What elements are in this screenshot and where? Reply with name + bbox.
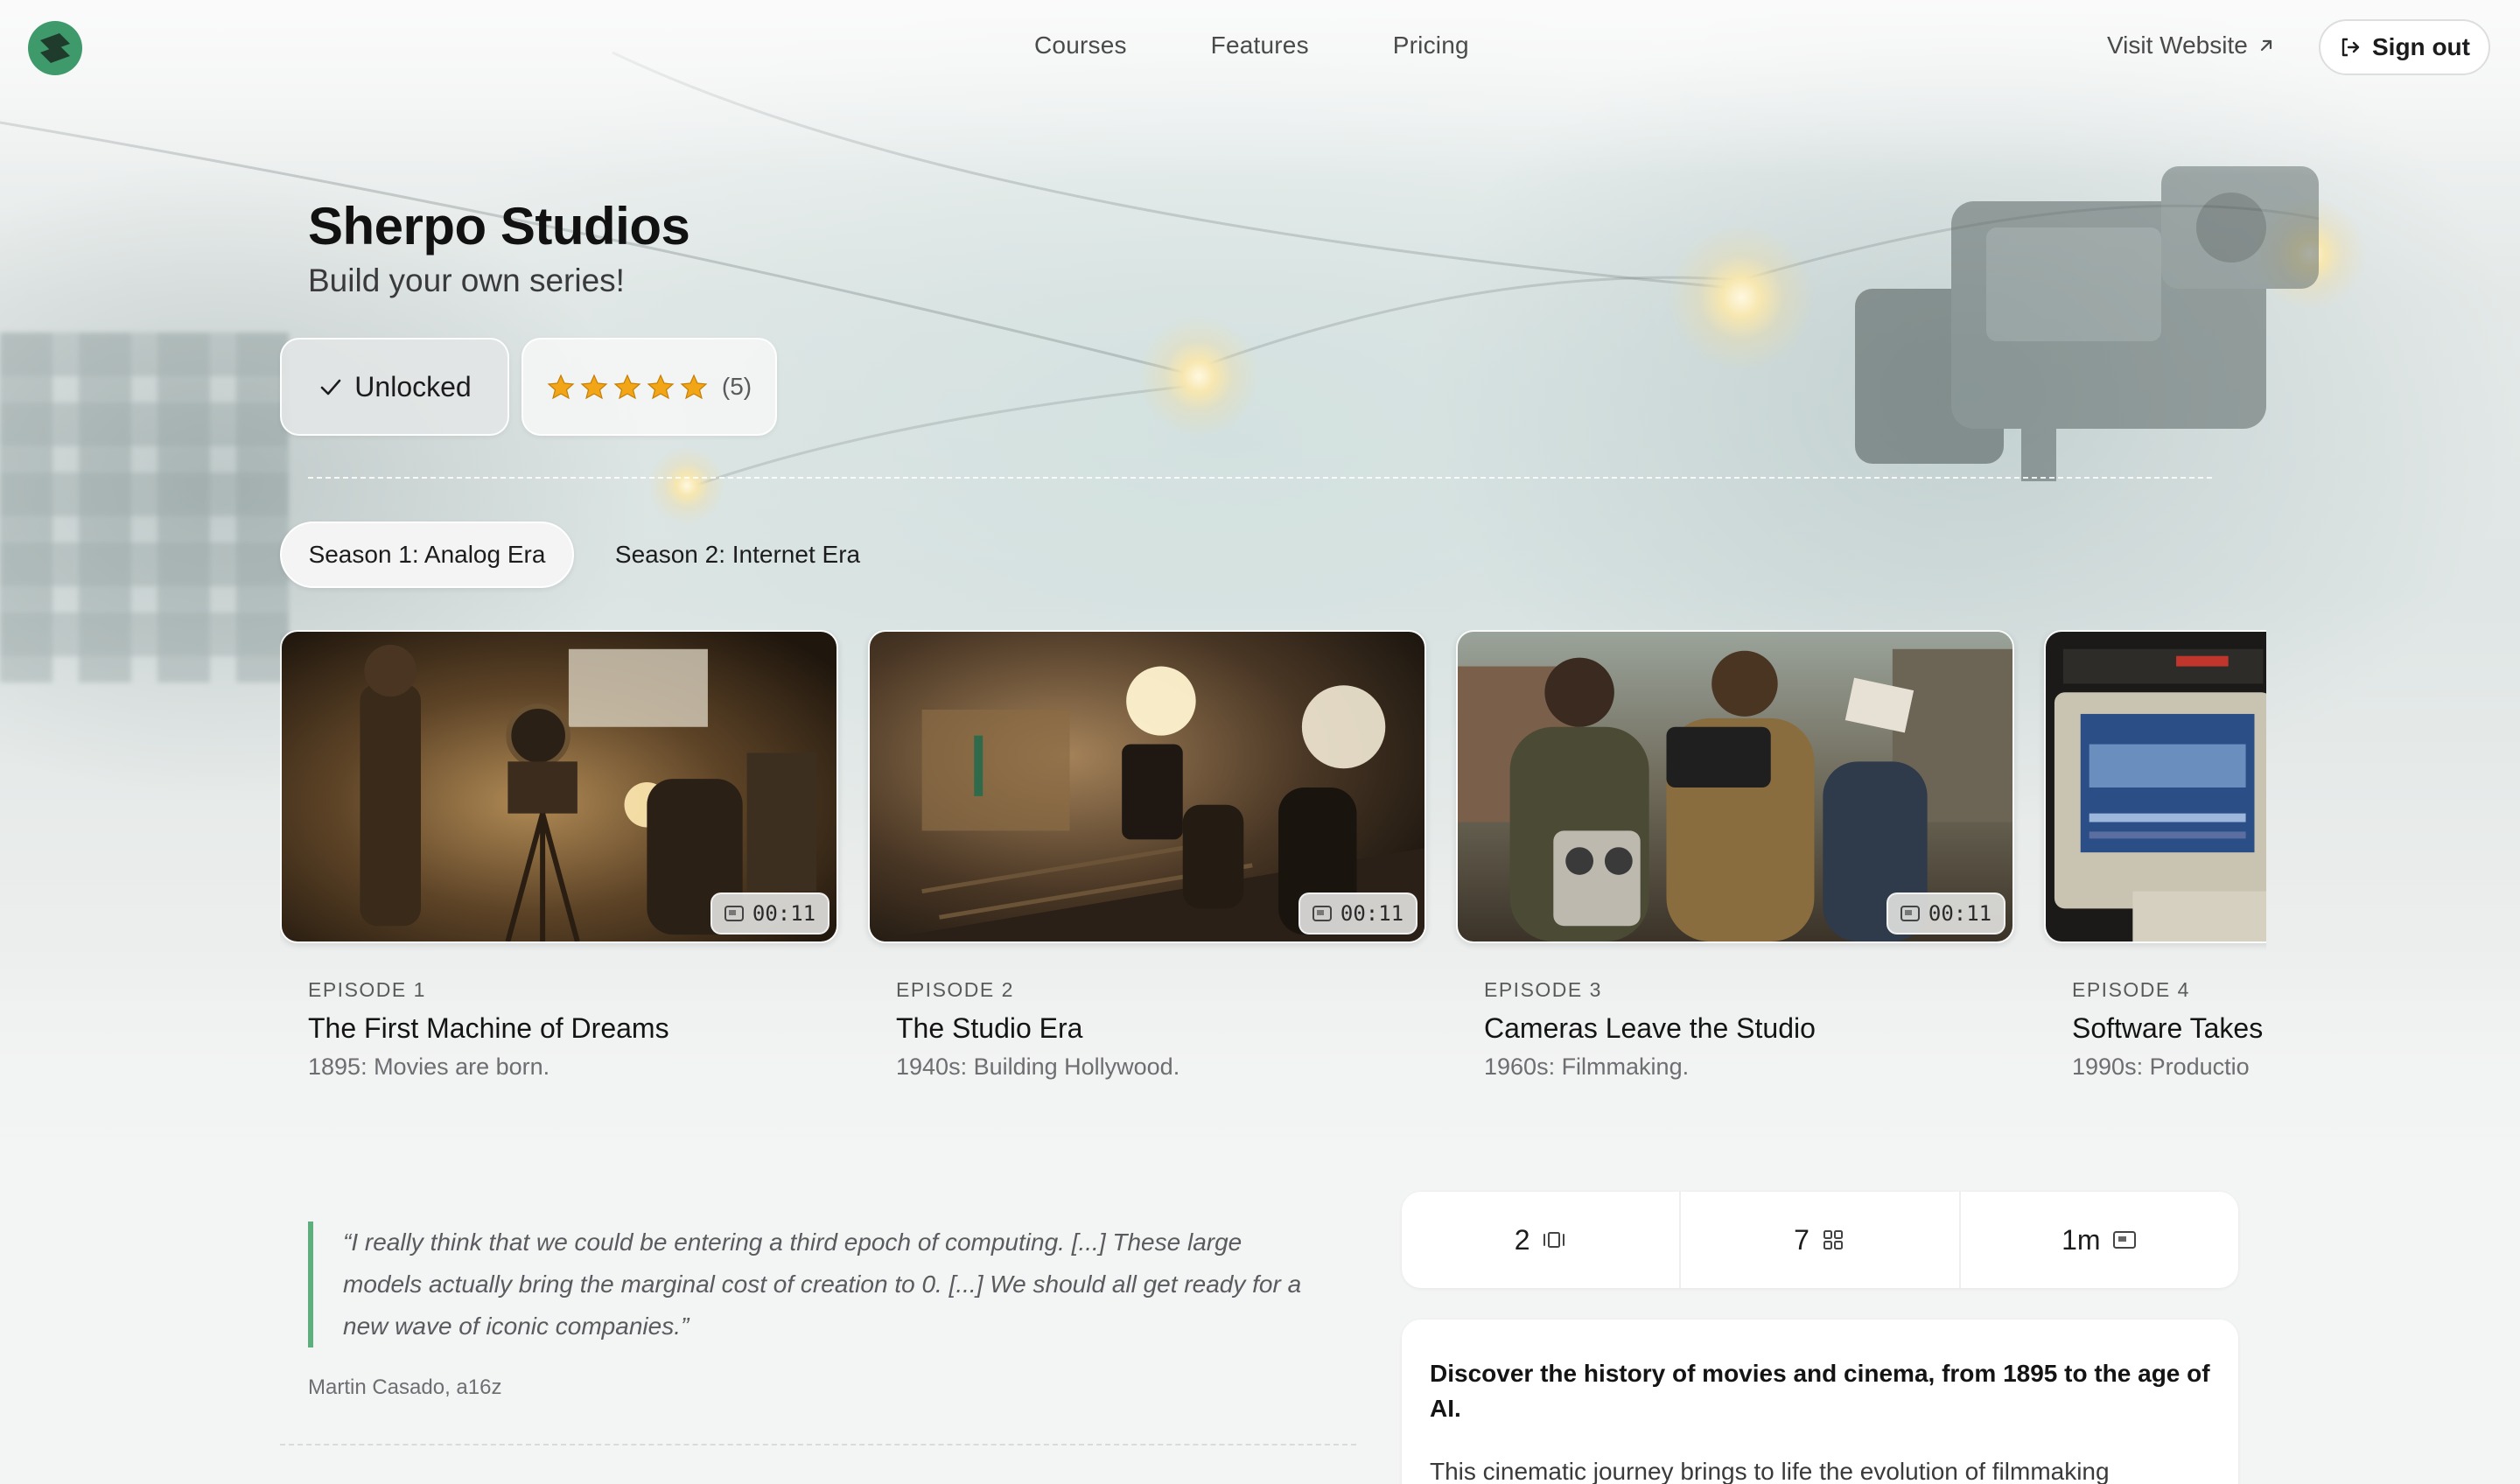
episode-title: Software Takes (2072, 1012, 2264, 1044)
episode-card[interactable]: 00:11 EPISODE 1 The First Machine of Dre… (280, 630, 838, 1081)
video-icon (1900, 906, 1920, 921)
duration-label: 00:11 (1340, 901, 1404, 926)
course-title: Sherpo Studios (308, 197, 690, 256)
duration-label: 00:11 (1928, 901, 1992, 926)
episode-title: Cameras Leave the Studio (1484, 1012, 1816, 1044)
episode-thumbnail[interactable]: 00:11 (868, 630, 1426, 943)
video-icon (724, 906, 744, 921)
course-description-card: Discover the history of movies and cinem… (1402, 1320, 2238, 1484)
nav-courses-link[interactable]: Courses (1034, 32, 1127, 60)
stat-episodes: 7 (1679, 1192, 1958, 1288)
logo-icon[interactable] (28, 21, 82, 75)
episode-carousel[interactable]: 00:11 EPISODE 1 The First Machine of Dre… (280, 630, 2266, 1085)
tab-season-2[interactable]: Season 2: Internet Era (592, 522, 884, 588)
section-divider (308, 477, 2212, 479)
sign-out-icon (2342, 38, 2360, 57)
star-icon (580, 374, 608, 400)
episode-number: EPISODE 2 (896, 978, 1014, 1001)
episode-description: 1960s: Filmmaking. (1484, 1054, 1690, 1080)
quote-divider (280, 1444, 1356, 1446)
rating-count: (5) (721, 373, 752, 400)
computer-editing-scene-image (2046, 632, 2266, 942)
episodes-grid-icon (1823, 1230, 1843, 1250)
episode-card[interactable]: 00:11 EPISODE 3 Cameras Leave the Studio… (1456, 630, 2014, 1081)
checkmark-icon (320, 379, 341, 396)
episode-title: The Studio Era (896, 1012, 1083, 1044)
arrow-up-right-icon (2260, 39, 2272, 52)
episode-card[interactable]: EPISODE 4 Software Takes 1990s: Producti… (2044, 630, 2266, 1081)
stat-seasons-value: 2 (1514, 1223, 1530, 1256)
episode-description: 1940s: Building Hollywood. (896, 1054, 1180, 1080)
primary-nav: Courses Features Pricing (1034, 32, 1469, 60)
rating-badge[interactable]: (5) (522, 338, 777, 436)
sign-out-label: Sign out (2372, 33, 2470, 60)
star-icon (613, 374, 641, 400)
episode-thumbnail[interactable]: 00:11 (280, 630, 838, 943)
star-icon (680, 374, 708, 400)
stat-episodes-value: 7 (1794, 1223, 1810, 1256)
episode-thumbnail[interactable] (2044, 630, 2266, 943)
episode-description: 1895: Movies are born. (308, 1054, 550, 1080)
tab-season-1[interactable]: Season 1: Analog Era (280, 522, 574, 588)
episode-number: EPISODE 4 (2072, 978, 2190, 1001)
visit-website-link[interactable]: Visit Website (2107, 32, 2276, 60)
video-icon (1312, 906, 1332, 921)
unlocked-label: Unlocked (354, 370, 472, 402)
episode-number: EPISODE 1 (308, 978, 426, 1001)
duration-badge: 00:11 (1886, 892, 2006, 934)
course-stats-bar: 2 7 1m (1402, 1192, 2238, 1288)
stat-duration-value: 1m (2062, 1223, 2101, 1256)
nav-pricing-link[interactable]: Pricing (1393, 32, 1469, 60)
stat-seasons: 2 (1402, 1192, 1679, 1288)
seasons-icon (1543, 1232, 1564, 1248)
sign-out-button[interactable]: Sign out (2319, 19, 2490, 75)
duration-badge: 00:11 (1298, 892, 1418, 934)
duration-badge: 00:11 (710, 892, 830, 934)
nav-features-link[interactable]: Features (1211, 32, 1309, 60)
course-description-heading: Discover the history of movies and cinem… (1430, 1360, 2210, 1422)
star-icon (647, 374, 675, 400)
star-icon (547, 374, 575, 400)
unlocked-badge: Unlocked (280, 338, 509, 436)
top-navigation-bar: Courses Features Pricing Visit Website S… (0, 0, 2520, 96)
testimonial-author: Martin Casado, a16z (308, 1376, 502, 1399)
course-description-body: This cinematic journey brings to life th… (1430, 1458, 2110, 1484)
duration-icon (2112, 1231, 2136, 1249)
duration-label: 00:11 (752, 901, 816, 926)
episode-number: EPISODE 3 (1484, 978, 1602, 1001)
visit-website-label: Visit Website (2107, 32, 2248, 59)
stat-duration: 1m (1958, 1192, 2238, 1288)
episode-description: 1990s: Productio (2072, 1054, 2250, 1080)
episode-title: The First Machine of Dreams (308, 1012, 669, 1044)
episode-card[interactable]: 00:11 EPISODE 2 The Studio Era 1940s: Bu… (868, 630, 1426, 1081)
episode-thumbnail[interactable]: 00:11 (1456, 630, 2014, 943)
course-subtitle: Build your own series! (308, 262, 625, 298)
testimonial-quote: “I really think that we could be enterin… (308, 1222, 1323, 1348)
